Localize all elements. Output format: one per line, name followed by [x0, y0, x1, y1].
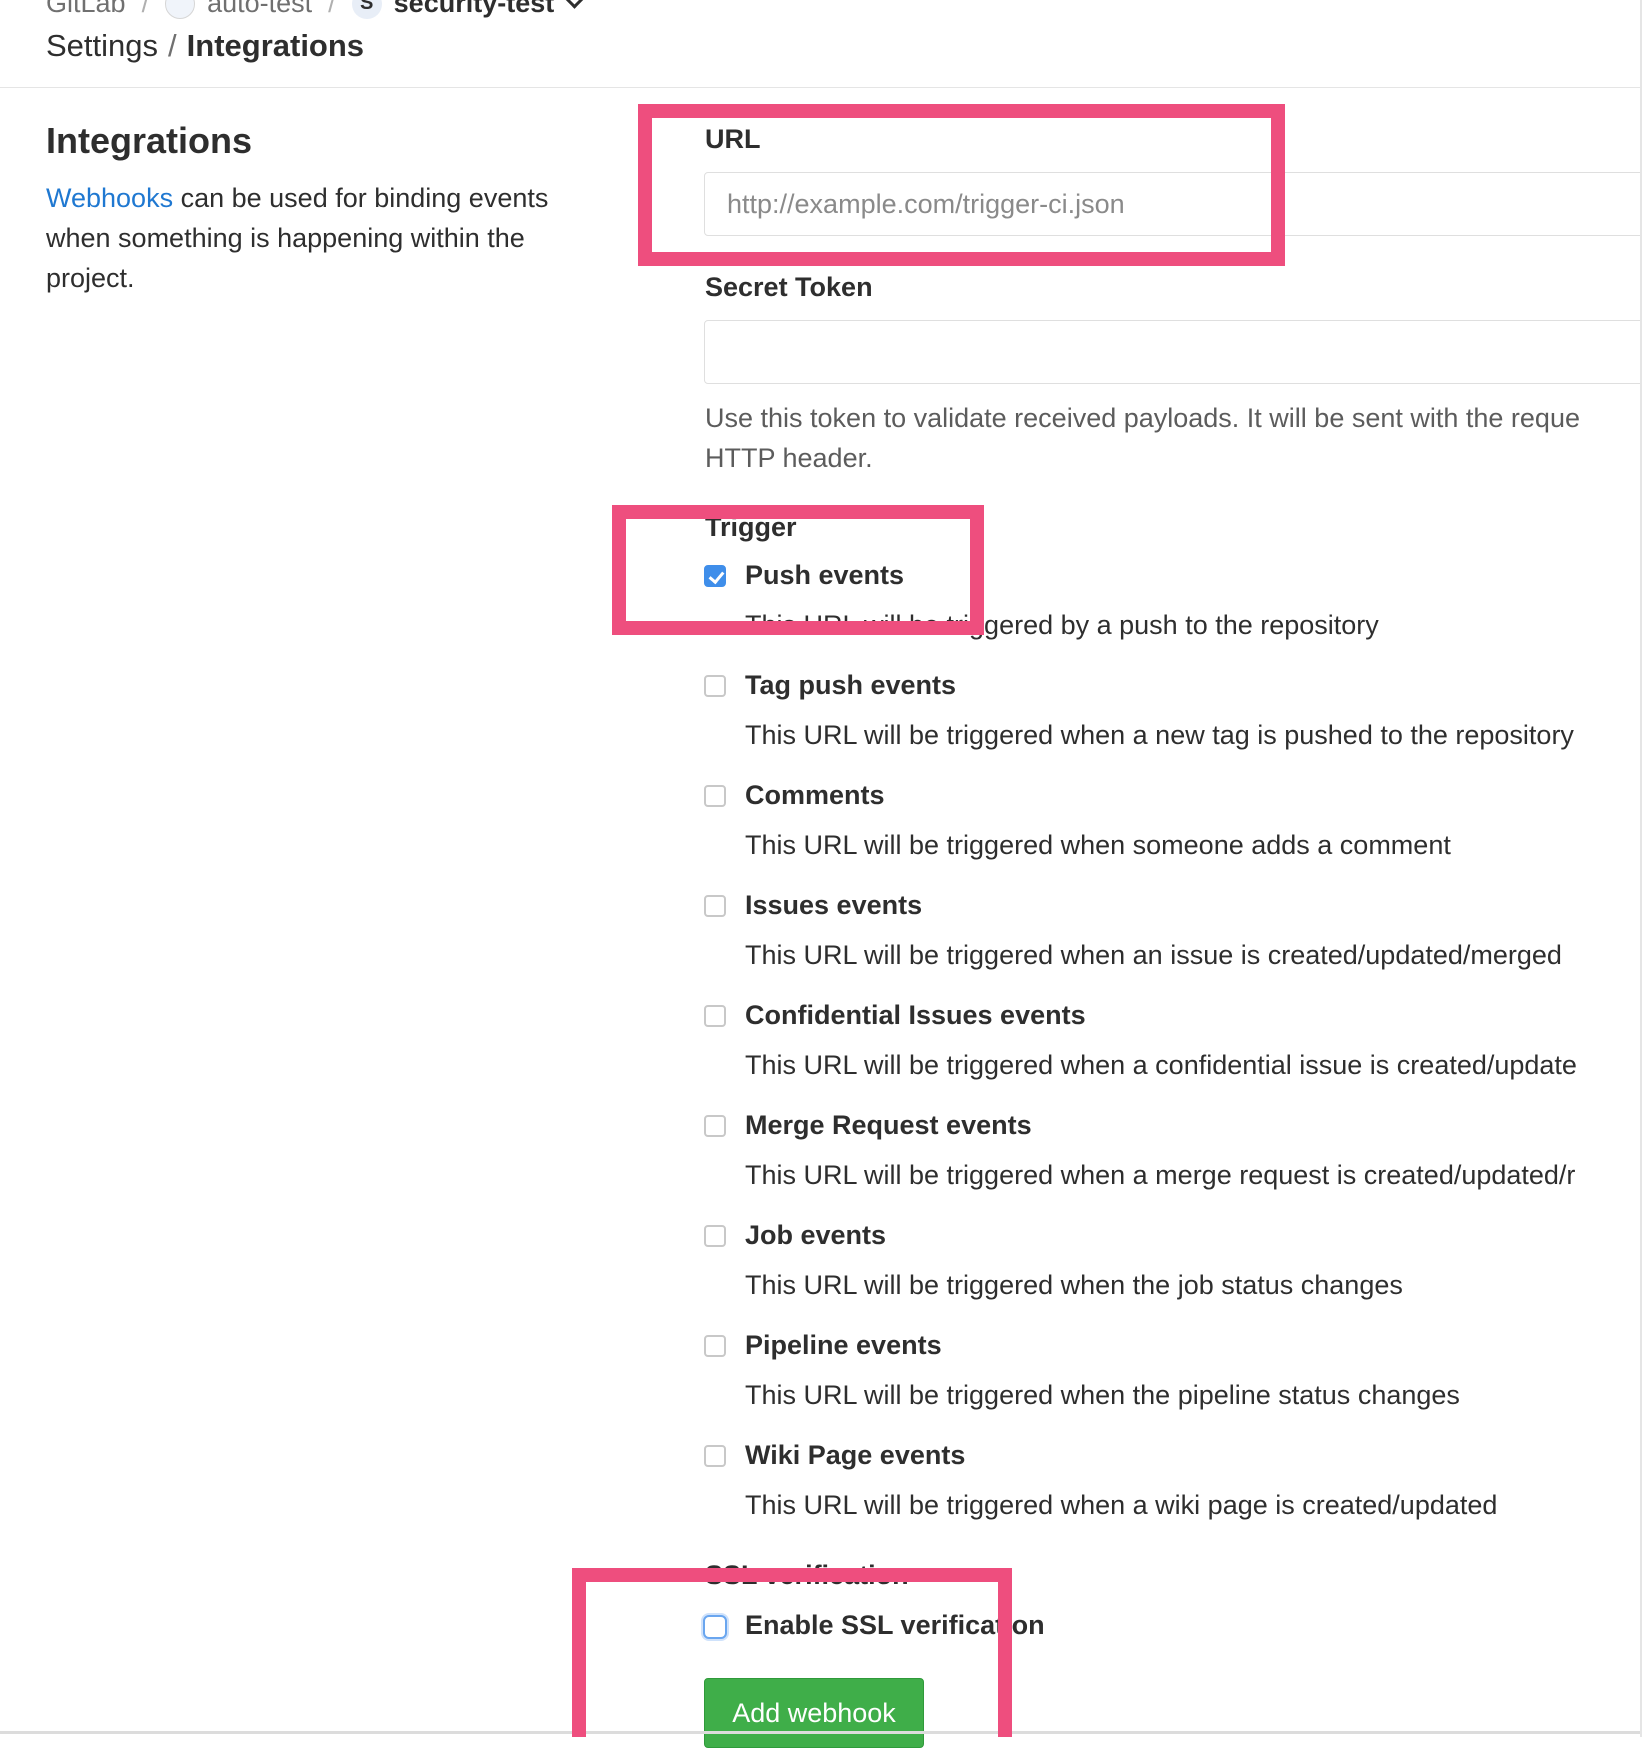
- tag-push-events-label[interactable]: Tag push events: [745, 670, 956, 701]
- job-events-checkbox[interactable]: [704, 1225, 726, 1247]
- issues-events-description: This URL will be triggered when an issue…: [745, 940, 1562, 970]
- section-description: Webhooks can be used for binding events …: [46, 178, 606, 298]
- header-divider: [0, 87, 1642, 88]
- wiki-page-events-checkbox[interactable]: [704, 1445, 726, 1467]
- job-events-label[interactable]: Job events: [745, 1220, 886, 1251]
- confidential-issues-events-label[interactable]: Confidential Issues events: [745, 1000, 1086, 1031]
- merge-request-events-label[interactable]: Merge Request events: [745, 1110, 1032, 1141]
- secret-token-input[interactable]: [704, 320, 1642, 384]
- pipeline-events-description: This URL will be triggered when the pipe…: [745, 1380, 1460, 1410]
- breadcrumb-separator: /: [141, 0, 150, 18]
- breadcrumb: GitLab / auto-test / S security-test: [46, 0, 584, 19]
- confidential-issues-events-checkbox[interactable]: [704, 1005, 726, 1027]
- secret-token-help: Use this token to validate received payl…: [705, 398, 1642, 478]
- title-parent[interactable]: Settings: [46, 28, 158, 63]
- highlight-url-box: [638, 104, 1285, 266]
- group-avatar-icon: [165, 0, 196, 19]
- comments-label[interactable]: Comments: [745, 780, 885, 811]
- highlight-ssl-submit-box: [572, 1568, 1012, 1737]
- breadcrumb-separator: /: [328, 0, 336, 18]
- breadcrumb-project[interactable]: security-test: [394, 0, 555, 19]
- wiki-page-events-label[interactable]: Wiki Page events: [745, 1440, 965, 1471]
- tag-push-events-checkbox[interactable]: [704, 675, 726, 697]
- merge-request-events-description: This URL will be triggered when a merge …: [745, 1160, 1576, 1190]
- secret-token-help-line: HTTP header.: [705, 443, 873, 473]
- breadcrumb-root[interactable]: GitLab: [46, 0, 126, 19]
- secret-token-label: Secret Token: [705, 272, 873, 302]
- comments-checkbox[interactable]: [704, 785, 726, 807]
- tag-push-events-description: This URL will be triggered when a new ta…: [745, 720, 1574, 750]
- highlight-push-events-box: [612, 505, 984, 635]
- issues-events-label[interactable]: Issues events: [745, 890, 922, 921]
- title-current: Integrations: [186, 28, 365, 63]
- comments-description: This URL will be triggered when someone …: [745, 830, 1451, 860]
- page-title: Settings / Integrations: [46, 28, 364, 64]
- project-avatar-icon: S: [351, 0, 382, 19]
- merge-request-events-checkbox[interactable]: [704, 1115, 726, 1137]
- wiki-page-events-description: This URL will be triggered when a wiki p…: [745, 1490, 1498, 1520]
- section-heading: Integrations: [46, 120, 253, 161]
- breadcrumb-group[interactable]: auto-test: [207, 0, 312, 19]
- pipeline-events-label[interactable]: Pipeline events: [745, 1330, 942, 1361]
- pipeline-events-checkbox[interactable]: [704, 1335, 726, 1357]
- secret-token-help-line: Use this token to validate received payl…: [705, 403, 1580, 433]
- webhooks-link[interactable]: Webhooks: [46, 183, 173, 213]
- confidential-issues-events-description: This URL will be triggered when a confid…: [745, 1050, 1577, 1080]
- chevron-down-icon[interactable]: [565, 0, 584, 9]
- title-separator: /: [168, 28, 177, 63]
- job-events-description: This URL will be triggered when the job …: [745, 1270, 1403, 1300]
- issues-events-checkbox[interactable]: [704, 895, 726, 917]
